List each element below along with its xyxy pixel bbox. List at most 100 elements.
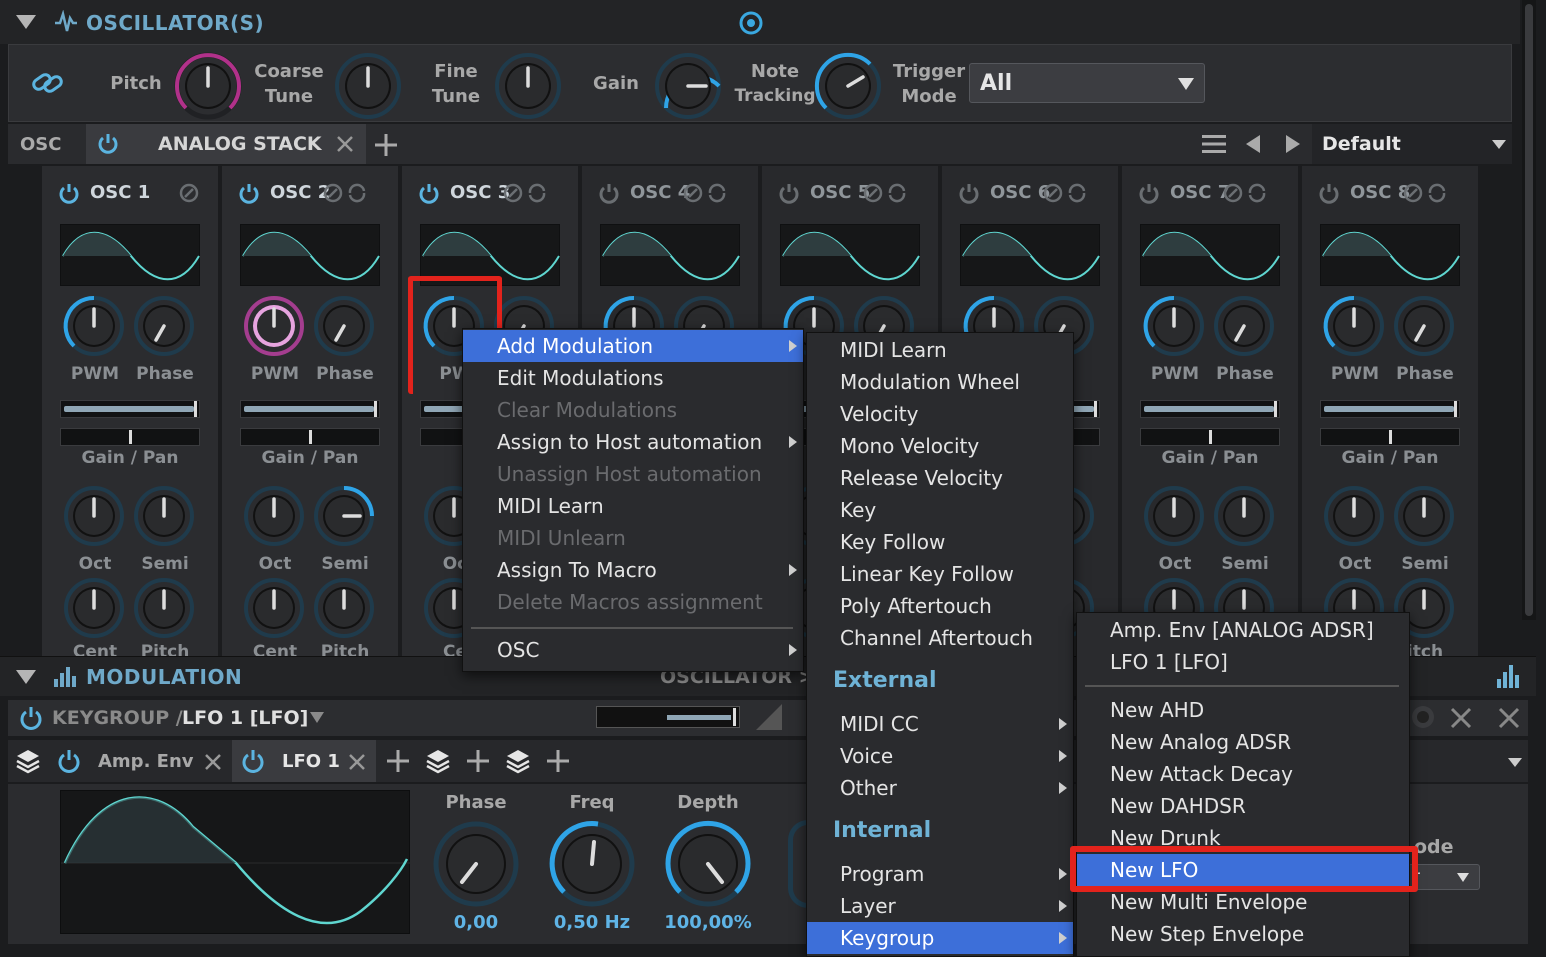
menu-item[interactable]: Assign To Macro: [463, 554, 803, 586]
cent-knob[interactable]: [242, 576, 306, 640]
previous-preset-icon[interactable]: [1246, 135, 1260, 153]
lfo-waveform-display[interactable]: [60, 790, 411, 934]
pan-slider[interactable]: [1140, 428, 1280, 446]
pwm-knob[interactable]: [1142, 294, 1206, 358]
oct-knob[interactable]: [62, 484, 126, 548]
pitch-knob[interactable]: [173, 51, 243, 121]
preset-select[interactable]: Default: [1312, 124, 1512, 164]
sync-icon[interactable]: [526, 182, 548, 204]
power-icon[interactable]: [958, 182, 980, 204]
phase-knob[interactable]: [1212, 294, 1276, 358]
phase-knob[interactable]: [312, 294, 376, 358]
semi-knob[interactable]: [1392, 484, 1456, 548]
settings-dial-icon[interactable]: [1222, 182, 1244, 204]
pan-slider[interactable]: [60, 428, 200, 446]
power-icon[interactable]: [778, 182, 800, 204]
collapse-modulation-icon[interactable]: [16, 670, 36, 684]
pwm-knob[interactable]: [1322, 294, 1386, 358]
sync-icon[interactable]: [1066, 182, 1088, 204]
osc-waveform-display[interactable]: [1320, 224, 1460, 286]
power-icon[interactable]: [96, 132, 120, 156]
menu-item[interactable]: Edit Modulations: [463, 362, 803, 394]
record-icon[interactable]: [1410, 704, 1436, 730]
menu-item[interactable]: Assign to Host automation: [463, 426, 803, 458]
pitch-knob[interactable]: [132, 576, 196, 640]
note-tracking-knob[interactable]: [813, 51, 883, 121]
pitch-knob[interactable]: [312, 576, 376, 640]
sync-icon[interactable]: [706, 182, 728, 204]
settings-dial-icon[interactable]: [502, 182, 524, 204]
menu-item[interactable]: Keygroup: [807, 922, 1073, 954]
tab-analog-stack[interactable]: ANALOG STACK: [86, 124, 366, 164]
menu-item[interactable]: Voice: [807, 740, 1073, 772]
menu-item[interactable]: New AHD: [1077, 694, 1409, 726]
menu-item[interactable]: MIDI Learn: [463, 490, 803, 522]
settings-dial-icon[interactable]: [1402, 182, 1424, 204]
oct-knob[interactable]: [1322, 484, 1386, 548]
semi-knob[interactable]: [132, 484, 196, 548]
gain-slider[interactable]: [240, 400, 380, 418]
power-icon[interactable]: [56, 748, 82, 774]
close-icon[interactable]: [348, 753, 366, 771]
menu-item[interactable]: New Analog ADSR: [1077, 726, 1409, 758]
menu-item[interactable]: Add Modulation: [463, 330, 803, 362]
menu-item[interactable]: Mono Velocity: [807, 430, 1073, 462]
add-icon[interactable]: [546, 749, 570, 773]
osc-waveform-display[interactable]: [60, 224, 200, 286]
sync-icon[interactable]: [346, 182, 368, 204]
menu-item[interactable]: Other: [807, 772, 1073, 804]
lfo-freq-knob[interactable]: [548, 820, 636, 908]
layers-icon[interactable]: [506, 748, 530, 774]
power-icon[interactable]: [18, 705, 44, 731]
pan-slider[interactable]: [240, 428, 380, 446]
pwm-knob[interactable]: [62, 294, 126, 358]
menu-item[interactable]: Velocity: [807, 398, 1073, 430]
menu-item[interactable]: Layer: [807, 890, 1073, 922]
add-icon[interactable]: [386, 749, 410, 773]
menu-item[interactable]: Modulation Wheel: [807, 366, 1073, 398]
curve-icon[interactable]: [756, 704, 782, 730]
path-keygroup[interactable]: KEYGROUP /: [52, 707, 183, 729]
sync-icon[interactable]: [1246, 182, 1268, 204]
menu-item[interactable]: Key Follow: [807, 526, 1073, 558]
sync-icon[interactable]: [886, 182, 908, 204]
power-icon[interactable]: [598, 182, 620, 204]
power-icon[interactable]: [240, 748, 266, 774]
menu-item[interactable]: MIDI CC: [807, 708, 1073, 740]
scrollbar[interactable]: [1522, 0, 1536, 620]
phase-knob[interactable]: [132, 294, 196, 358]
power-icon[interactable]: [418, 182, 440, 204]
add-icon[interactable]: [466, 749, 490, 773]
close-icon[interactable]: [1450, 707, 1472, 729]
path-lfo[interactable]: LFO 1 [LFO]: [182, 707, 308, 729]
close-icon[interactable]: [1498, 707, 1520, 729]
trigger-mode-select[interactable]: All: [969, 63, 1205, 103]
coarse-tune-knob[interactable]: [333, 51, 403, 121]
tab-lfo-1[interactable]: LFO 1: [232, 740, 376, 782]
menu-item[interactable]: New Step Envelope: [1077, 918, 1409, 950]
layers-icon[interactable]: [426, 748, 450, 774]
settings-dial-icon[interactable]: [178, 182, 200, 204]
osc-waveform-display[interactable]: [780, 224, 920, 286]
chevron-down-icon[interactable]: [310, 712, 324, 723]
osc-waveform-display[interactable]: [1140, 224, 1280, 286]
osc-waveform-display[interactable]: [240, 224, 380, 286]
collapse-oscillators-icon[interactable]: [16, 15, 36, 29]
sync-icon[interactable]: [1426, 182, 1448, 204]
menu-item[interactable]: Poly Aftertouch: [807, 590, 1073, 622]
next-preset-icon[interactable]: [1286, 135, 1300, 153]
power-icon[interactable]: [1318, 182, 1340, 204]
mod-depth-slider[interactable]: [596, 706, 740, 728]
gain-slider[interactable]: [1140, 400, 1280, 418]
settings-dial-icon[interactable]: [322, 182, 344, 204]
power-icon[interactable]: [1138, 182, 1160, 204]
settings-dial-icon[interactable]: [682, 182, 704, 204]
target-icon[interactable]: [738, 10, 764, 36]
settings-dial-icon[interactable]: [1042, 182, 1064, 204]
lfo-depth-knob[interactable]: [664, 820, 752, 908]
menu-item[interactable]: Program: [807, 858, 1073, 890]
oct-knob[interactable]: [242, 484, 306, 548]
menu-item[interactable]: New DAHDSR: [1077, 790, 1409, 822]
menu-item[interactable]: New Attack Decay: [1077, 758, 1409, 790]
gain-knob[interactable]: [653, 51, 723, 121]
